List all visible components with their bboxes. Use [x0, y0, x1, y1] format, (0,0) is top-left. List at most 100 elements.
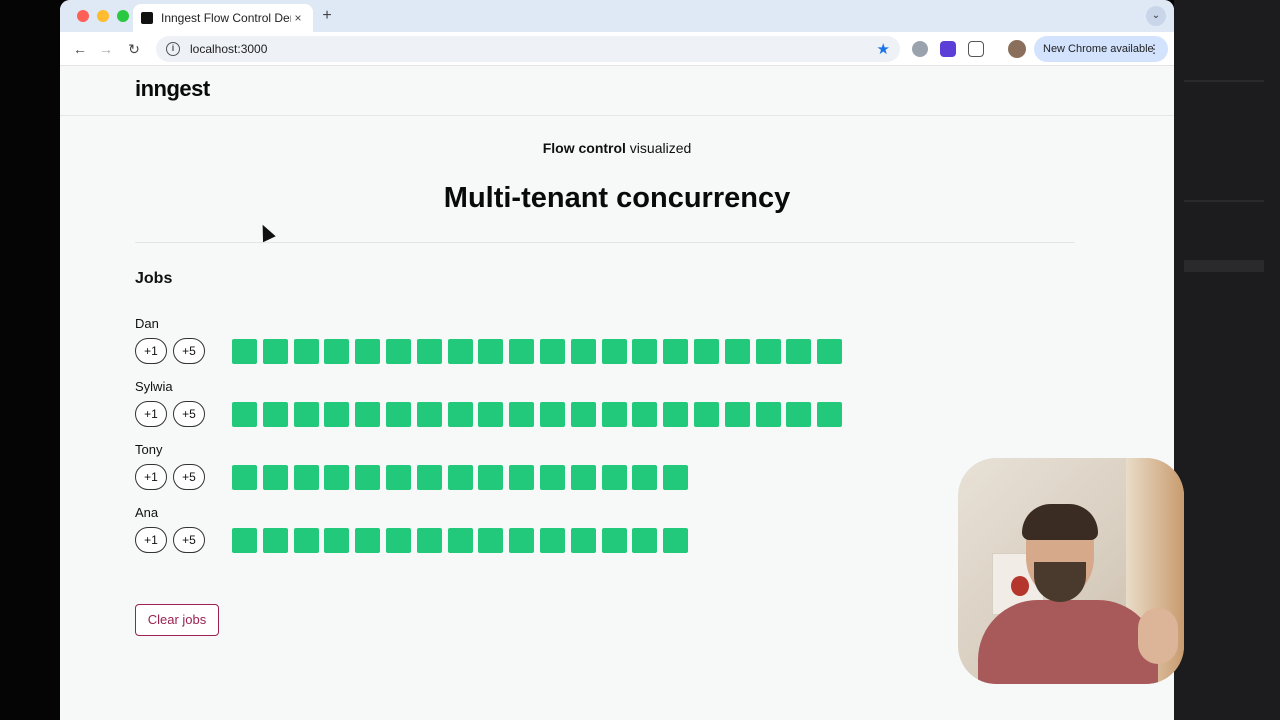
- job-block: [293, 465, 319, 490]
- strip-line: [1184, 200, 1264, 202]
- job-block: [478, 339, 504, 364]
- job-block: [601, 402, 627, 427]
- job-block: [386, 339, 411, 364]
- forward-arrow-icon[interactable]: →: [96, 39, 116, 59]
- job-block: [724, 402, 750, 427]
- tab-active[interactable]: Inngest Flow Control Demo ×: [133, 4, 313, 32]
- job-block: [478, 402, 504, 427]
- job-block: [509, 465, 535, 490]
- tenant-name: Sylwia: [135, 379, 173, 394]
- job-block: [262, 528, 288, 553]
- eyebrow-bold: Flow control: [542, 140, 626, 156]
- menu-dots-icon[interactable]: ⋮: [1148, 36, 1160, 62]
- url-text[interactable]: localhost:3000: [190, 42, 877, 56]
- tenant-row: Ana +1 +5: [135, 505, 855, 565]
- job-block: [540, 402, 565, 427]
- tab-title: Inngest Flow Control Demo: [161, 11, 291, 25]
- job-block: [355, 339, 381, 364]
- add-five-jobs-button[interactable]: +5: [173, 464, 205, 490]
- job-block: [601, 465, 627, 490]
- job-block: [293, 339, 319, 364]
- presenter-hand: [1138, 608, 1178, 664]
- add-one-job-button[interactable]: +1: [135, 527, 167, 553]
- job-block: [509, 339, 535, 364]
- job-block: [262, 402, 288, 427]
- site-info-icon[interactable]: i: [166, 42, 180, 56]
- job-block: [694, 402, 719, 427]
- add-one-job-button[interactable]: +1: [135, 464, 167, 490]
- job-block: [355, 528, 381, 553]
- job-block: [447, 465, 473, 490]
- tab-search-chevron-icon[interactable]: ⌄: [1146, 6, 1166, 26]
- job-block: [632, 402, 658, 427]
- add-five-jobs-button[interactable]: +5: [173, 527, 205, 553]
- tenant-name: Tony: [135, 442, 163, 457]
- job-block: [601, 528, 627, 553]
- job-block: [663, 465, 689, 490]
- browser-toolbar: ← → ↻ i localhost:3000 ★ New Chrome avai…: [60, 32, 1174, 66]
- close-window-button[interactable]: [77, 10, 89, 22]
- add-five-jobs-button[interactable]: +5: [173, 338, 205, 364]
- job-block: [386, 402, 411, 427]
- tab-close-icon[interactable]: ×: [291, 11, 305, 25]
- job-block: [447, 402, 473, 427]
- job-block: [324, 528, 350, 553]
- puzzle-icon[interactable]: [968, 41, 984, 57]
- job-block: [570, 402, 596, 427]
- extension-icon[interactable]: [912, 41, 928, 57]
- job-block: [570, 465, 596, 490]
- address-bar[interactable]: i localhost:3000 ★: [156, 36, 900, 62]
- new-chrome-available-button[interactable]: New Chrome available ⋮: [1034, 36, 1168, 62]
- job-block: [786, 402, 812, 427]
- job-block: [262, 465, 288, 490]
- add-one-job-button[interactable]: +1: [135, 401, 167, 427]
- job-block: [232, 465, 257, 490]
- profile-avatar[interactable]: [1008, 40, 1026, 58]
- job-block: [663, 402, 689, 427]
- tab-bar: Inngest Flow Control Demo × + ⌄: [60, 0, 1174, 32]
- job-block: [632, 528, 658, 553]
- tenant-row: Sylwia +1 +5: [135, 379, 855, 439]
- presenter-body: [978, 600, 1158, 684]
- job-block: [817, 402, 843, 427]
- maximize-window-button[interactable]: [117, 10, 129, 22]
- add-one-job-button[interactable]: +1: [135, 338, 167, 364]
- job-block: [570, 339, 596, 364]
- add-five-jobs-button[interactable]: +5: [173, 401, 205, 427]
- tenant-row: Tony +1 +5: [135, 442, 855, 502]
- job-block: [293, 528, 319, 553]
- background-window-strip: [1174, 0, 1280, 720]
- extension-icon[interactable]: [940, 41, 956, 57]
- bookmark-star-icon[interactable]: ★: [877, 40, 890, 58]
- job-block: [663, 339, 689, 364]
- page-title: Multi-tenant concurrency: [443, 182, 791, 214]
- clear-jobs-button[interactable]: Clear jobs: [135, 604, 219, 636]
- job-block: [632, 339, 658, 364]
- job-block: [663, 528, 689, 553]
- new-tab-button[interactable]: +: [318, 7, 336, 25]
- job-block: [755, 339, 781, 364]
- inngest-logo[interactable]: inngest: [135, 76, 210, 102]
- job-block: [786, 339, 812, 364]
- minimize-window-button[interactable]: [97, 10, 109, 22]
- job-block: [724, 339, 750, 364]
- job-block: [570, 528, 596, 553]
- inngest-favicon-icon: [141, 12, 153, 24]
- job-block: [694, 339, 719, 364]
- update-label: New Chrome available: [1043, 43, 1154, 55]
- job-block: [416, 465, 442, 490]
- page-eyebrow: Flow control visualized: [60, 140, 1174, 156]
- tenant-row: Dan +1 +5: [135, 316, 855, 376]
- job-block: [262, 339, 288, 364]
- job-block: [447, 528, 473, 553]
- reload-icon[interactable]: ↻: [124, 39, 144, 59]
- back-arrow-icon[interactable]: ←: [70, 39, 90, 59]
- job-block: [478, 528, 504, 553]
- eyebrow-rest: visualized: [625, 140, 692, 156]
- job-block: [632, 465, 658, 490]
- job-block: [416, 402, 442, 427]
- job-block: [293, 402, 319, 427]
- tenant-name: Dan: [135, 316, 159, 331]
- job-block: [509, 528, 535, 553]
- job-block: [416, 528, 442, 553]
